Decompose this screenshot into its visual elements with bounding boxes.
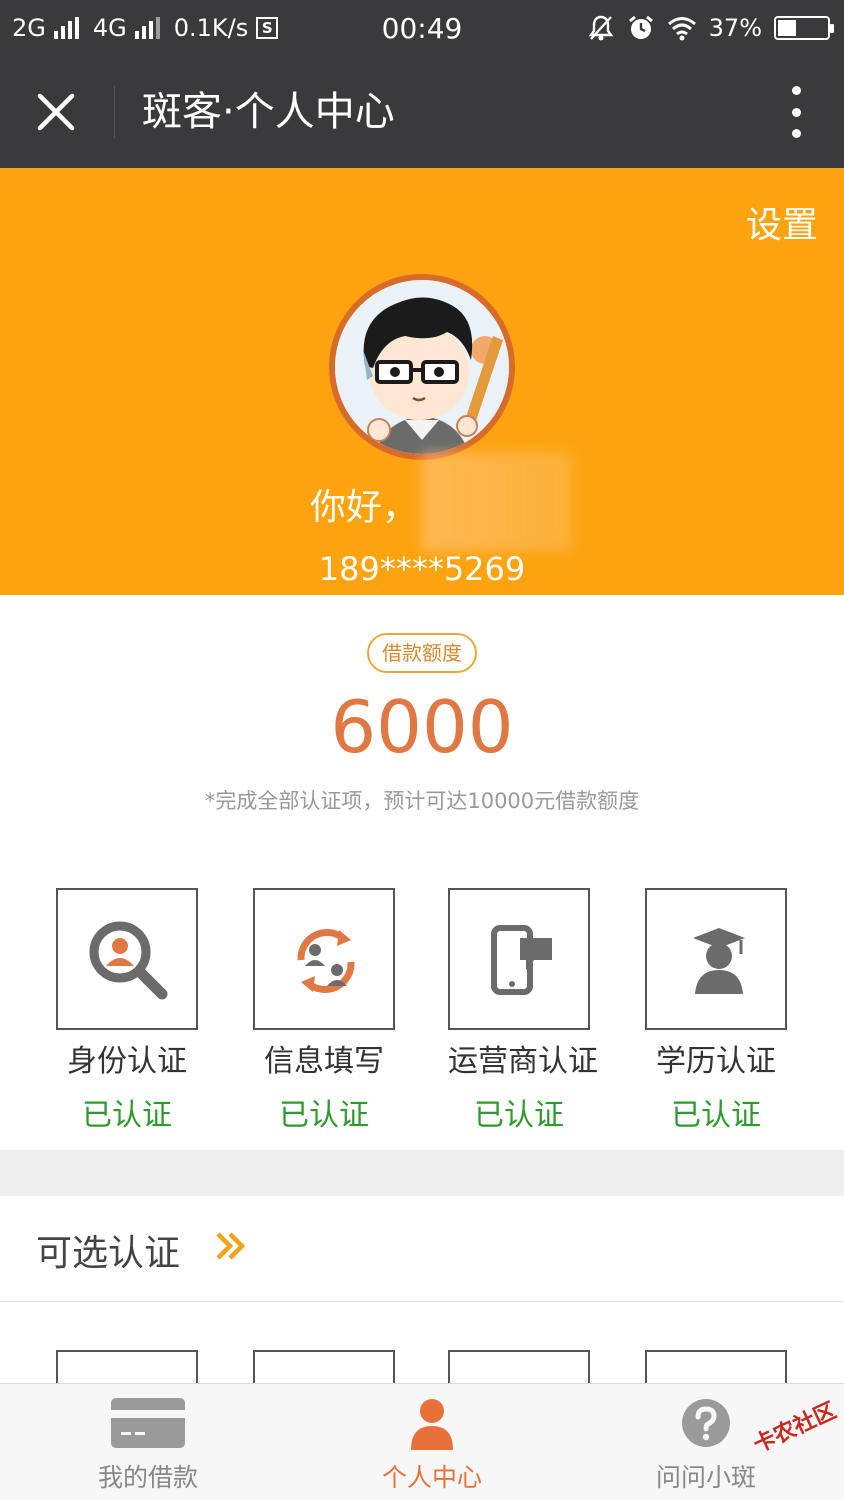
more-menu-icon[interactable] — [788, 86, 804, 138]
card-icon — [111, 1398, 185, 1448]
signal-icon — [134, 17, 160, 39]
bottom-tab-bar: 我的借款 个人中心 问问小斑 — [0, 1383, 844, 1500]
network-speed: 0.1K/s — [173, 14, 249, 42]
page-title: 斑客·个人中心 — [142, 89, 395, 135]
cert-label: 运营商认证 — [448, 1044, 598, 1079]
wifi-icon — [667, 17, 696, 41]
tab-my-loans[interactable]: 我的借款 — [48, 1384, 248, 1500]
cert-status: 已认证 — [279, 1098, 369, 1133]
section-divider — [0, 1150, 844, 1196]
person-icon — [411, 1399, 453, 1450]
alarm-icon — [628, 15, 653, 39]
network-4g-label: 4G — [92, 14, 127, 42]
status-left: 2G 4G 0.1K/s S — [12, 0, 279, 56]
cert-education[interactable]: 学历认证 已认证 — [645, 888, 787, 1134]
phone-message-icon — [491, 925, 552, 995]
tab-label: 我的借款 — [97, 1463, 198, 1492]
identity-search-icon — [89, 921, 168, 1000]
credit-section: 借款额度 6000 *完成全部认证项，预计可达10000元借款额度 身份认证 已… — [0, 595, 844, 1150]
close-icon[interactable] — [32, 88, 80, 136]
phone-number: 189****5269 — [318, 550, 526, 588]
cert-carrier[interactable]: 运营商认证 已认证 — [448, 888, 598, 1134]
cert-info[interactable]: 信息填写 已认证 — [253, 888, 395, 1134]
battery-icon — [774, 16, 834, 40]
signal-icon — [53, 17, 79, 39]
mute-bell-icon — [588, 15, 614, 41]
network-2g-label: 2G — [12, 14, 46, 42]
quota-value: 6000 — [330, 685, 514, 769]
graduate-icon — [693, 928, 745, 994]
certification-grid: 身份认证 已认证 信息填写 已认证 运营商认证 已认证 学历认证 已认证 — [0, 888, 844, 1133]
battery-level — [778, 20, 796, 36]
tab-label: 个人中心 — [381, 1463, 482, 1492]
cert-status: 已认证 — [671, 1098, 761, 1133]
cert-label: 学历认证 — [656, 1044, 776, 1079]
title-bar: 斑客·个人中心 — [0, 56, 844, 168]
quota-label: 借款额度 — [367, 633, 477, 673]
question-icon — [682, 1399, 730, 1447]
status-bar: 2G 4G 0.1K/s S 00:49 37% — [0, 0, 844, 56]
battery-percent: 37% — [708, 14, 762, 42]
cert-status: 已认证 — [82, 1098, 172, 1133]
cert-icon-box — [253, 888, 395, 1030]
avatar-cartoon-icon — [335, 280, 509, 454]
status-right: 37% — [587, 0, 834, 56]
greeting-text: 你好， — [310, 487, 419, 528]
quota-hint: *完成全部认证项，预计可达10000元借款额度 — [204, 789, 640, 813]
cert-icon-box — [645, 888, 787, 1030]
cert-label: 信息填写 — [264, 1044, 384, 1079]
avatar[interactable] — [329, 274, 515, 460]
optional-header[interactable]: 可选认证 — [0, 1196, 844, 1302]
title-divider — [114, 86, 115, 138]
cert-identity[interactable]: 身份认证 已认证 — [56, 888, 198, 1134]
cert-icon-box — [448, 888, 590, 1030]
tab-label: 问问小斑 — [655, 1463, 756, 1492]
double-chevron-right-icon — [216, 1232, 246, 1260]
optional-title: 可选认证 — [36, 1233, 181, 1274]
blurred-username — [422, 452, 572, 552]
cert-status: 已认证 — [474, 1098, 564, 1133]
cert-icon-box — [56, 888, 198, 1030]
tab-personal-center[interactable]: 个人中心 — [332, 1384, 532, 1500]
s-badge-icon: S — [256, 17, 279, 39]
profile-header: 设置 你好， 189****5269 — [0, 168, 844, 595]
info-exchange-icon — [297, 928, 355, 994]
settings-button[interactable]: 设置 — [746, 196, 818, 248]
cert-label: 身份认证 — [67, 1044, 187, 1079]
